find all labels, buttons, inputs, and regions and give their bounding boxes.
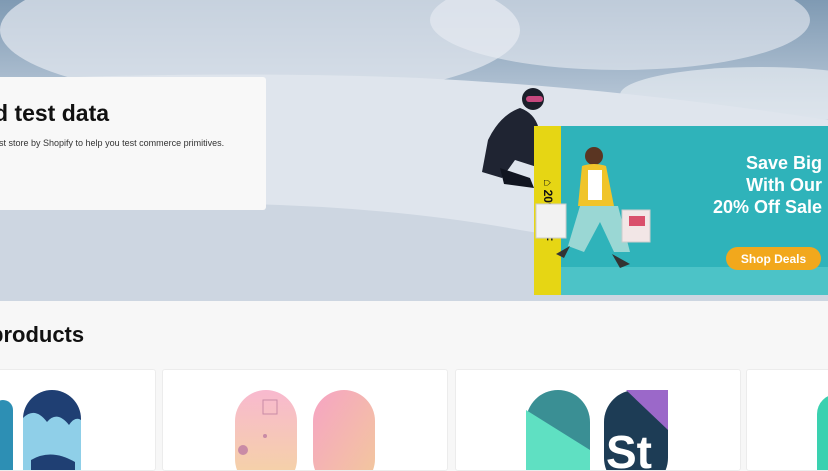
svg-text:St: St	[606, 426, 652, 470]
hero-text-card: d test data est store by Shopify to help…	[0, 77, 266, 210]
product-image	[0, 390, 81, 470]
product-image	[817, 396, 828, 470]
hero-title: d test data	[0, 100, 110, 126]
product-image	[235, 390, 375, 470]
promo-headline-line: With Our	[746, 175, 822, 195]
promo-headline: Save Big With Our 20% Off Sale	[713, 152, 822, 218]
shopper-figure	[535, 147, 651, 268]
products-section-title: products	[0, 322, 85, 347]
hero-subtitle: est store by Shopify to help you test co…	[0, 138, 225, 148]
product-card[interactable]	[746, 369, 828, 471]
hero-banner: d test data est store by Shopify to help…	[0, 0, 828, 301]
promo-headline-line: 20% Off Sale	[712, 197, 822, 217]
product-card[interactable]: St	[455, 369, 741, 471]
product-image: St	[526, 390, 668, 470]
promo-ad-banner[interactable]: ⌂ 20% OFF Save Big With Our 20% Off Sale…	[534, 126, 828, 295]
shop-deals-button[interactable]: Shop Deals	[726, 247, 821, 270]
promo-headline-line: Save Big	[745, 153, 822, 173]
product-card[interactable]	[162, 369, 448, 471]
product-card[interactable]	[0, 369, 156, 471]
